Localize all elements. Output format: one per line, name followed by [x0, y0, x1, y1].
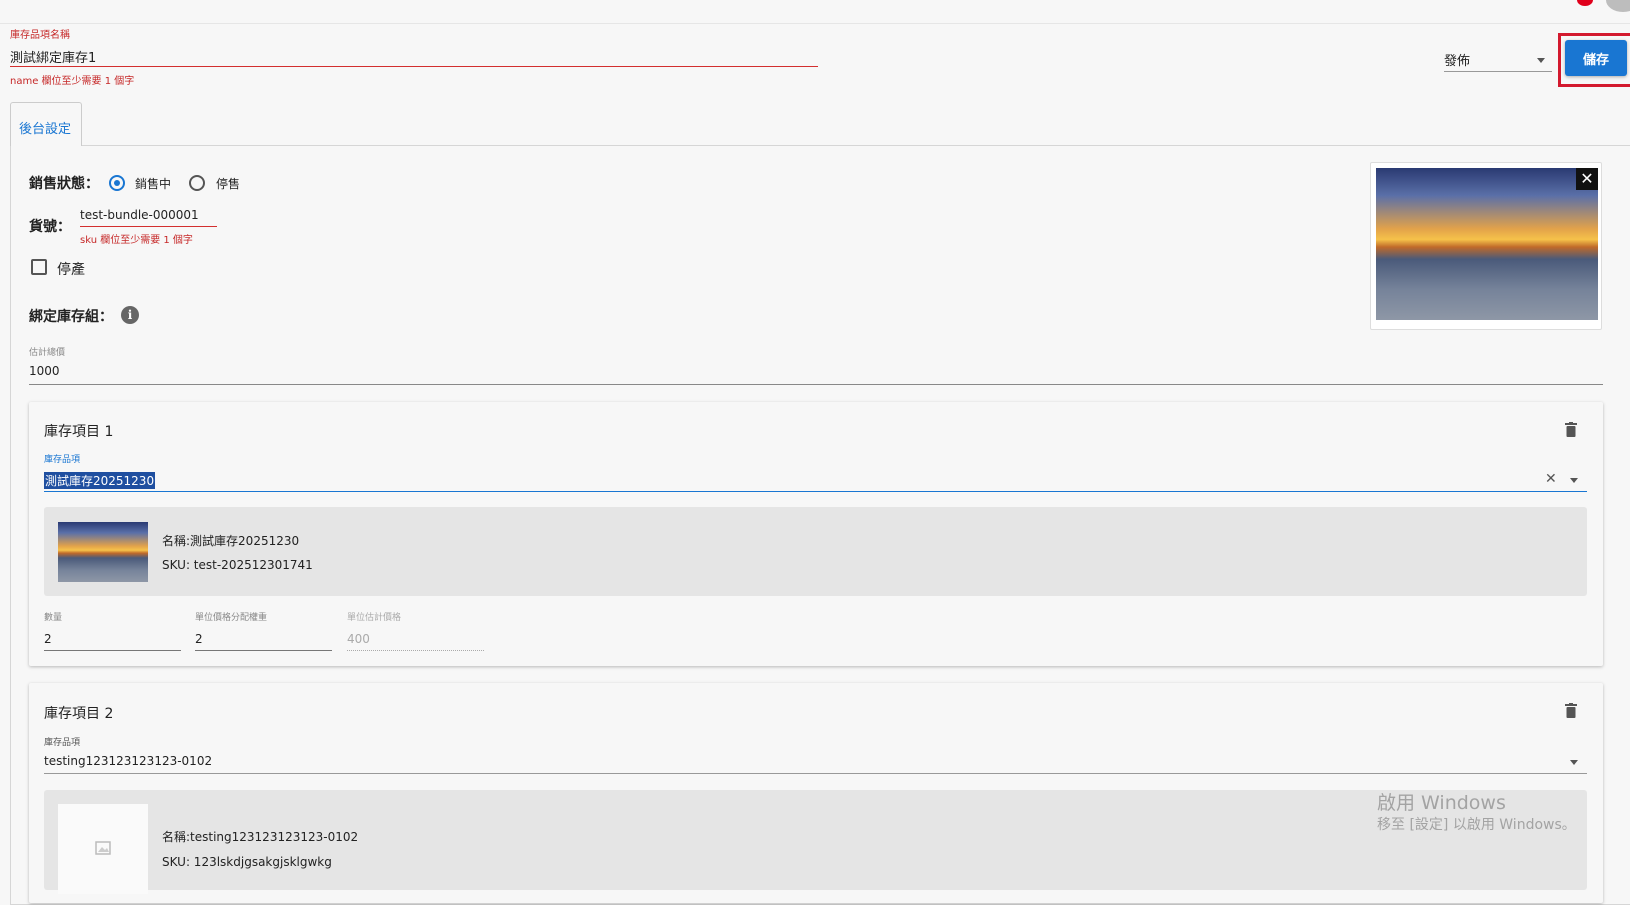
product-detail-name: 名稱:testing123123123123-0102 — [162, 830, 359, 844]
weight-field[interactable]: 2 — [195, 632, 203, 646]
image-placeholder-icon — [95, 841, 111, 855]
product-detail-sku: SKU: 123lskdjgsakgjsklgwkg — [162, 855, 332, 869]
name-field-underline — [10, 66, 818, 67]
clear-icon[interactable]: ✕ — [1545, 471, 1557, 487]
avatar[interactable] — [1606, 0, 1630, 12]
weight-label: 單位價格分配權重 — [195, 613, 268, 623]
name-field-error: name 欄位至少需要 1 個字 — [10, 76, 135, 87]
discontinued-checkbox[interactable] — [31, 259, 47, 275]
top-bar-divider — [0, 23, 1630, 24]
name-field[interactable]: 測試綁定庫存1 — [10, 47, 96, 66]
unit-price-field: 400 — [347, 632, 370, 646]
chevron-down-icon[interactable] — [1537, 58, 1545, 63]
product-select-underline — [44, 773, 1587, 774]
windows-activation-hint: 移至 [設定] 以啟用 Windows。 — [1377, 817, 1576, 833]
tab-label[interactable]: 後台設定 — [19, 118, 71, 137]
radio-stop-sale[interactable] — [189, 175, 205, 191]
quantity-field[interactable]: 2 — [44, 632, 52, 646]
sku-field-underline — [80, 226, 217, 227]
product-thumbnail — [58, 522, 148, 582]
total-price-label: 估計總價 — [29, 348, 66, 358]
close-icon[interactable]: ✕ — [1576, 168, 1598, 190]
product-select[interactable]: 測試庫存20251230 — [44, 472, 156, 489]
total-price-underline — [29, 384, 1603, 385]
notification-dot[interactable] — [1577, 0, 1593, 6]
product-image — [1376, 168, 1598, 320]
sku-field[interactable]: test-bundle-000001 — [80, 208, 199, 222]
inventory-item-title: 庫存項目 1 — [44, 424, 114, 440]
product-detail-sku: SKU: test-202512301741 — [162, 558, 313, 572]
unit-price-underline — [347, 650, 484, 651]
total-price-field[interactable]: 1000 — [29, 364, 60, 378]
radio-on-sale-label[interactable]: 銷售中 — [135, 175, 171, 192]
inventory-item-title: 庫存項目 2 — [44, 706, 114, 722]
info-icon[interactable]: i — [121, 306, 139, 324]
discontinued-label[interactable]: 停產 — [57, 259, 85, 279]
unit-price-label: 單位估計價格 — [347, 613, 402, 623]
sku-field-error: sku 欄位至少需要 1 個字 — [80, 235, 193, 246]
trash-icon[interactable] — [1565, 703, 1577, 718]
bundle-label: 綁定庫存組： — [29, 309, 113, 325]
quantity-underline — [44, 650, 181, 651]
chevron-down-icon[interactable] — [1570, 478, 1578, 483]
product-select[interactable]: testing123123123123-0102 — [44, 754, 212, 768]
radio-stop-sale-label[interactable]: 停售 — [216, 175, 240, 192]
product-detail-name: 名稱:測試庫存20251230 — [162, 534, 300, 548]
chevron-down-icon[interactable] — [1570, 760, 1578, 765]
product-select-label: 庫存品項 — [44, 738, 81, 748]
publish-select-underline — [1444, 71, 1552, 72]
name-field-label: 庫存品項名稱 — [10, 30, 70, 41]
product-select-underline — [44, 491, 1587, 492]
product-select-label: 庫存品項 — [44, 455, 81, 465]
publish-select[interactable]: 發佈 — [1444, 50, 1470, 69]
save-button[interactable]: 儲存 — [1565, 40, 1627, 76]
sale-status-label: 銷售狀態： — [29, 176, 99, 192]
sku-label: 貨號： — [29, 219, 71, 235]
trash-icon[interactable] — [1565, 422, 1577, 437]
weight-underline — [195, 650, 332, 651]
quantity-label: 數量 — [44, 613, 63, 623]
product-detail-box — [44, 507, 1587, 596]
radio-on-sale[interactable] — [109, 175, 125, 191]
windows-activation-watermark: 啟用 Windows — [1377, 792, 1506, 814]
